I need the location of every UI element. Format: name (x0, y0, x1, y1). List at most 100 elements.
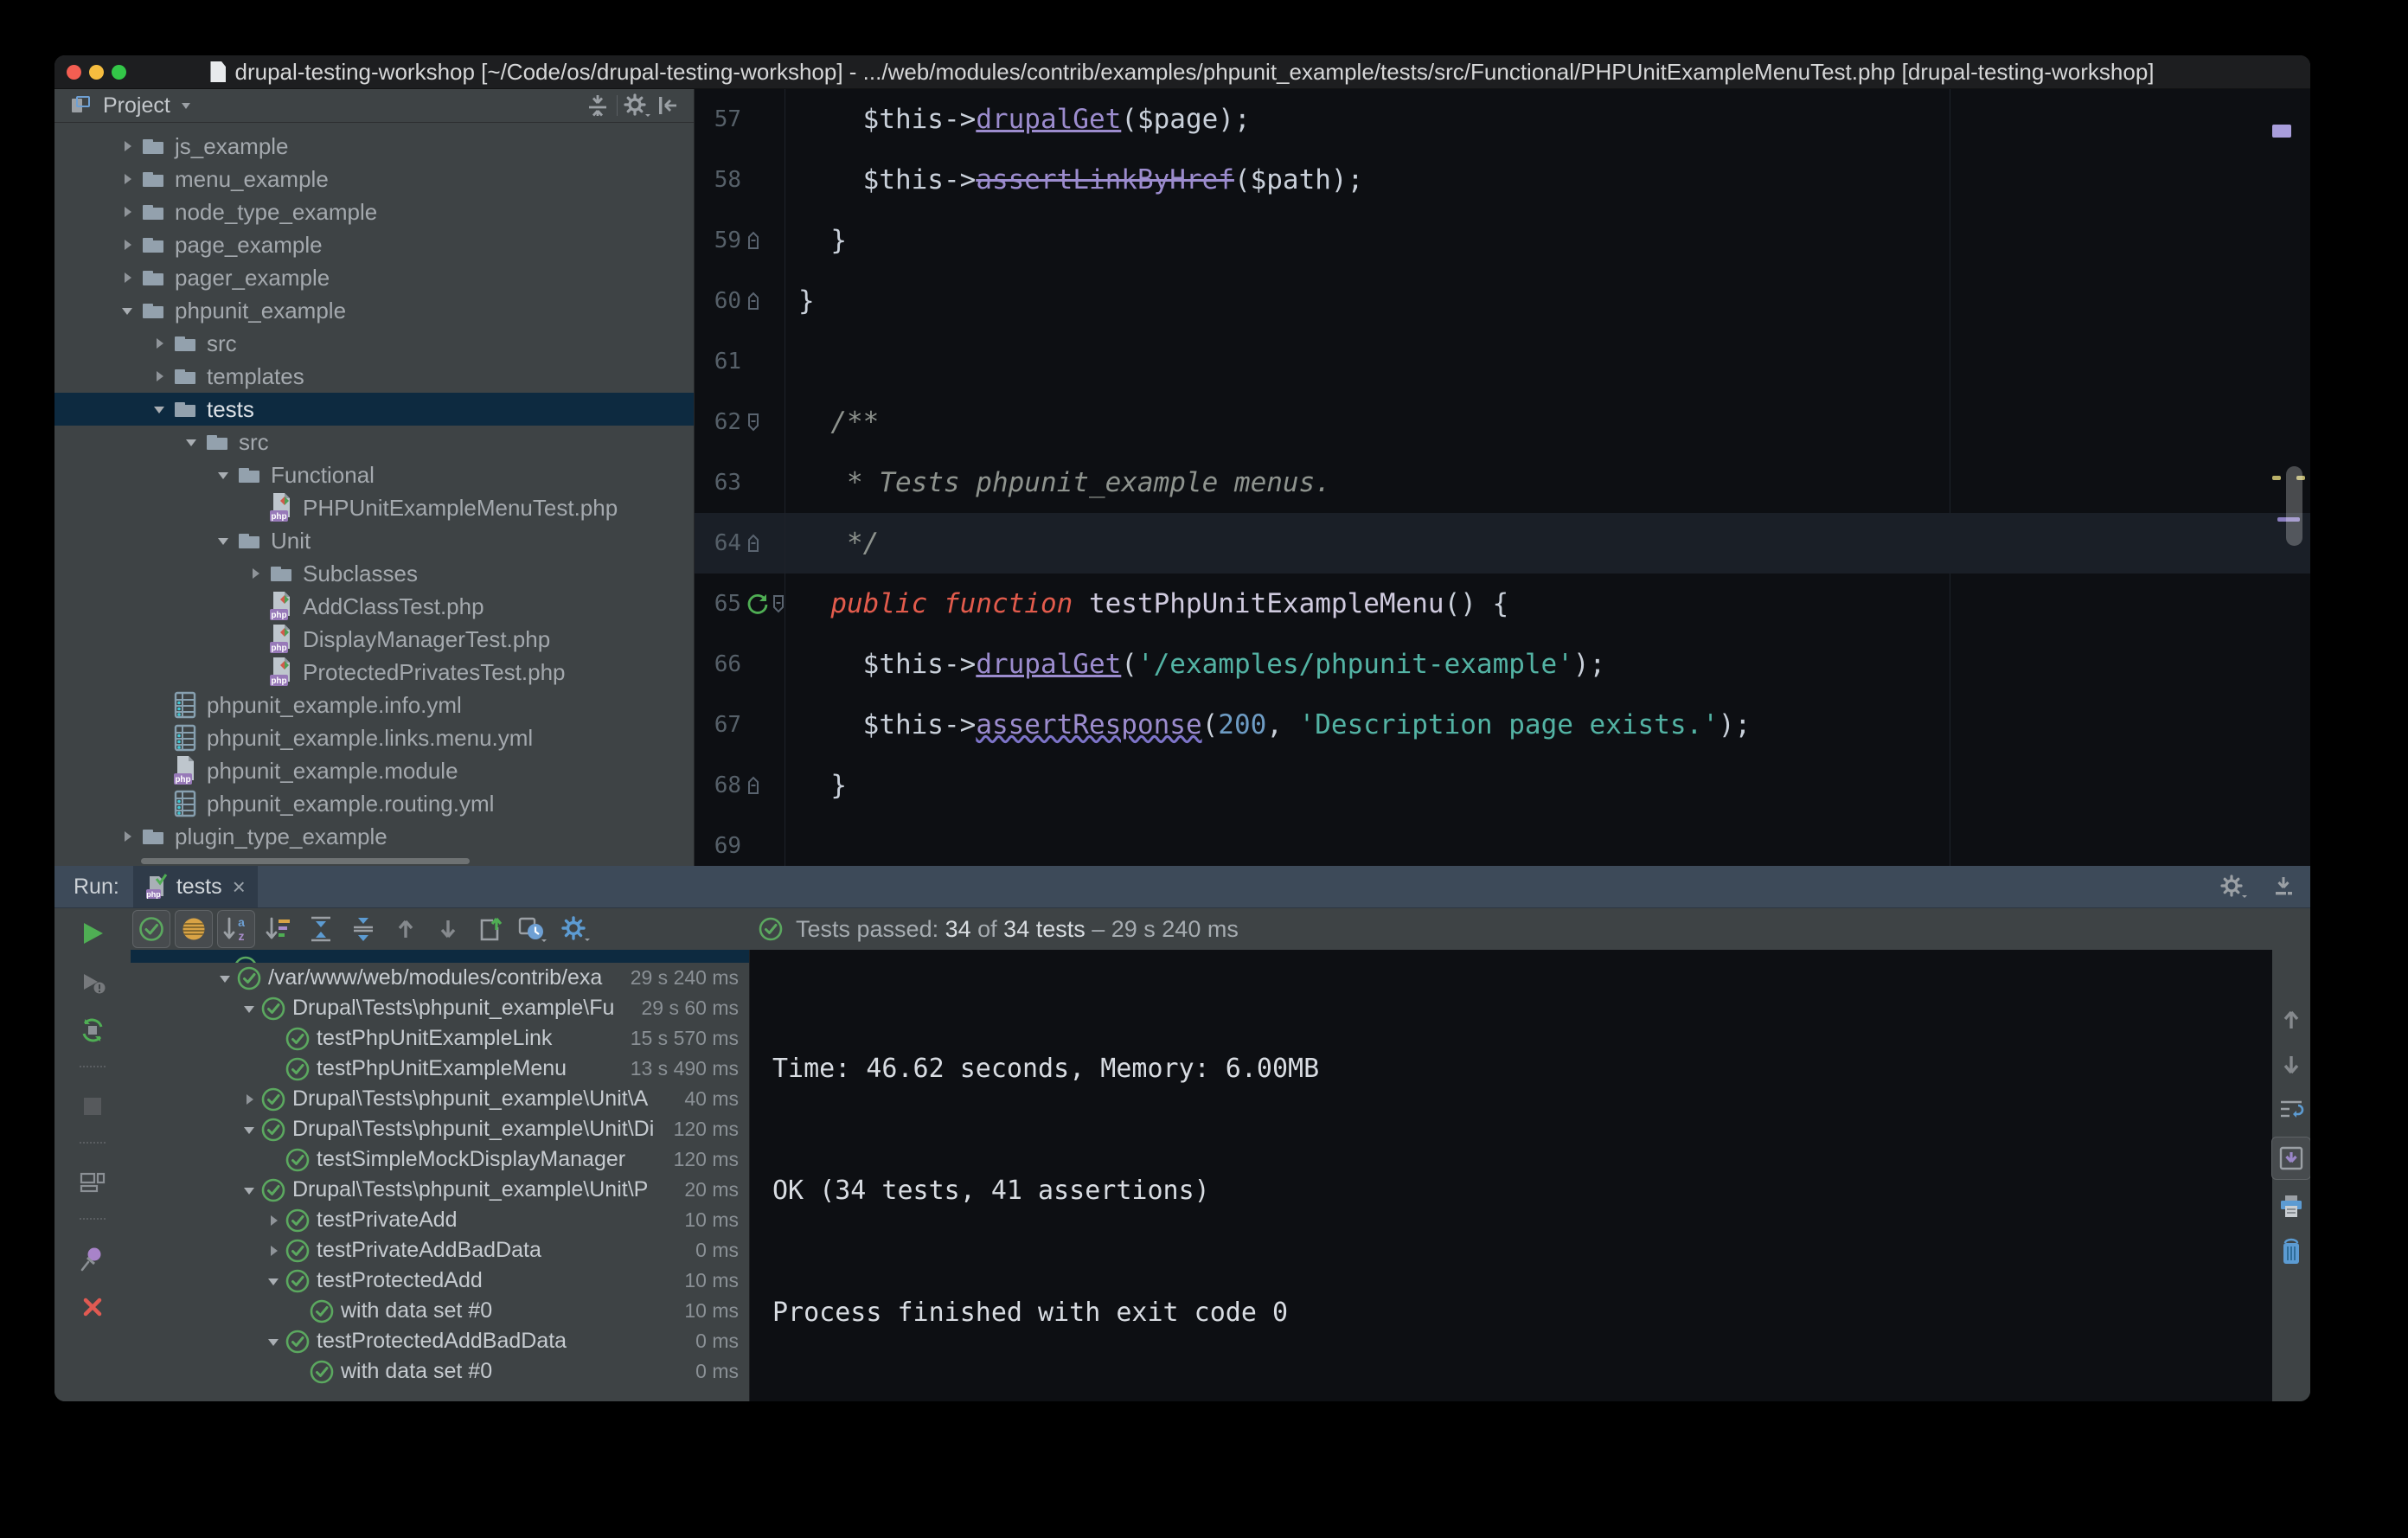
code-text[interactable]: $this-> assertResponse(200, 'Description … (785, 695, 2310, 755)
chevron-expanded-icon[interactable] (262, 1333, 285, 1350)
chevron-expanded-icon[interactable] (238, 1182, 260, 1199)
warning-stripe-mark[interactable] (2272, 476, 2281, 480)
project-tree-item[interactable]: node_type_example (54, 195, 694, 228)
locate-icon[interactable] (582, 92, 613, 119)
auto-rerun-button[interactable] (73, 1010, 112, 1050)
arrow-up-button[interactable] (387, 910, 425, 948)
code-text[interactable]: } (785, 210, 2310, 271)
code-text[interactable]: $this-> assertLinkByHref ($path); (785, 150, 2310, 210)
sort-duration-button[interactable] (259, 910, 298, 948)
chevron-collapsed-icon[interactable] (116, 170, 138, 188)
project-tree-item[interactable]: templates (54, 360, 694, 393)
code-text[interactable] (785, 816, 2310, 866)
chevron-collapsed-icon[interactable] (116, 828, 138, 845)
project-tree-item[interactable]: php AddClassTest.php (54, 590, 694, 623)
test-result-row[interactable]: with data set #0 10 ms (131, 1296, 749, 1326)
close-window-button[interactable] (67, 64, 81, 80)
filter-ignored-button[interactable] (175, 910, 213, 948)
trash-button[interactable] (2273, 1234, 2309, 1270)
code-text[interactable]: } (785, 271, 2310, 331)
project-tree-item[interactable]: phpunit_example.links.menu.yml (54, 721, 694, 754)
project-tree-item[interactable]: Functional (54, 458, 694, 491)
arrow-up-button[interactable] (2273, 1002, 2309, 1038)
test-console-output[interactable]: Time: 46.62 seconds, Memory: 6.00MB OK (… (749, 950, 2272, 1401)
test-result-row[interactable]: testProtectedAdd 10 ms (131, 1266, 749, 1296)
fold-end-icon[interactable] (746, 291, 760, 311)
code-text[interactable]: */ (785, 513, 2310, 574)
history-clock-button[interactable] (514, 910, 552, 948)
expand-all-button[interactable] (302, 910, 340, 948)
project-tree-item[interactable]: Unit (54, 524, 694, 557)
project-tree-item[interactable]: php phpunit_example.module (54, 754, 694, 787)
code-text[interactable]: public function testPhpUnitExampleMenu()… (785, 574, 2310, 634)
project-tree-item[interactable]: phpunit_example.routing.yml (54, 787, 694, 820)
test-result-row[interactable]: testSimpleMockDisplayManager 120 ms (131, 1144, 749, 1175)
printer-button[interactable] (2273, 1189, 2309, 1225)
fold-start-icon[interactable] (746, 412, 760, 433)
chevron-expanded-icon[interactable] (180, 433, 202, 451)
arrow-down-button[interactable] (429, 910, 467, 948)
chevron-collapsed-icon[interactable] (148, 368, 170, 385)
layout-button[interactable] (73, 1163, 112, 1202)
code-text[interactable]: $this-> drupalGet ($page); (785, 89, 2310, 150)
fold-start-icon[interactable] (772, 593, 785, 614)
chevron-expanded-icon[interactable] (238, 1000, 260, 1017)
code-text[interactable]: /** (785, 392, 2310, 452)
project-tree-item[interactable]: pager_example (54, 261, 694, 294)
test-result-row[interactable]: Drupal\Tests\phpunit_example\Unit\P 20 m… (131, 1175, 749, 1205)
chevron-expanded-icon[interactable] (148, 401, 170, 418)
chevron-collapsed-icon[interactable] (238, 1091, 260, 1108)
run-test-icon[interactable] (746, 593, 769, 615)
chevron-expanded-icon[interactable] (212, 466, 234, 484)
test-result-row[interactable]: with data set #0 0 ms (131, 1356, 749, 1387)
chevron-collapsed-icon[interactable] (116, 269, 138, 286)
project-tree-item[interactable]: page_example (54, 228, 694, 261)
chevron-collapsed-icon[interactable] (262, 1242, 285, 1259)
fold-end-icon[interactable] (746, 533, 760, 554)
project-tree-item[interactable]: php DisplayManagerTest.php (54, 623, 694, 656)
close-x-button[interactable] (73, 1287, 112, 1327)
editor-scrollbar[interactable] (2286, 466, 2302, 546)
play-button[interactable] (73, 913, 112, 953)
arrow-down-button[interactable] (2273, 1047, 2309, 1083)
fold-end-icon[interactable] (746, 230, 760, 251)
chevron-expanded-icon[interactable] (116, 302, 138, 319)
filter-pass-button[interactable] (132, 910, 170, 948)
hide-down-icon[interactable] (2270, 874, 2296, 900)
chevron-collapsed-icon[interactable] (262, 1212, 285, 1229)
chevron-collapsed-icon[interactable] (244, 565, 266, 582)
stop-button[interactable] (73, 1086, 112, 1126)
code-text[interactable] (785, 331, 2310, 392)
test-result-row[interactable]: testPrivateAdd 10 ms (131, 1205, 749, 1235)
hide-left-icon[interactable] (652, 92, 683, 119)
test-result-row[interactable]: testPhpUnitExampleLink 15 s 570 ms (131, 1023, 749, 1054)
pin-button[interactable] (73, 1239, 112, 1278)
sort-az-button[interactable]: az (217, 910, 255, 948)
chevron-expanded-icon[interactable] (262, 1272, 285, 1290)
chevron-collapsed-icon[interactable] (116, 236, 138, 253)
scroll-end-button[interactable] (2271, 1137, 2310, 1180)
project-tree-item[interactable]: menu_example (54, 163, 694, 195)
test-result-row[interactable]: /var/www/web/modules/contrib/exa 29 s 24… (131, 963, 749, 993)
project-tree-item[interactable]: js_example (54, 130, 694, 163)
chevron-collapsed-icon[interactable] (116, 138, 138, 155)
project-tree-item[interactable]: src (54, 327, 694, 360)
chevron-expanded-icon[interactable] (214, 970, 236, 987)
project-tree-item[interactable]: phpunit_example.info.yml (54, 689, 694, 721)
project-tree-item[interactable]: plugin_type_example (54, 820, 694, 853)
test-result-row[interactable]: testProtectedAddBadData 0 ms (131, 1326, 749, 1356)
project-tree-item[interactable]: tests (54, 393, 694, 426)
code-editor[interactable]: 57 $this-> drupalGet ($page); 58 $this-> as… (695, 89, 2310, 866)
chevron-expanded-icon[interactable] (212, 532, 234, 549)
project-tree-item[interactable]: src (54, 426, 694, 458)
project-tree-item[interactable]: phpunit_example (54, 294, 694, 327)
test-result-row[interactable]: testPrivateAddBadData 0 ms (131, 1235, 749, 1266)
inspection-indicator[interactable] (2272, 125, 2291, 138)
code-text[interactable]: $this-> drupalGet('/examples/phpunit-exam… (785, 634, 2310, 695)
close-tab-icon[interactable]: × (233, 874, 246, 900)
project-tree-item[interactable]: php PHPUnitExampleMenuTest.php (54, 491, 694, 524)
chevron-expanded-icon[interactable] (238, 1121, 260, 1138)
code-text[interactable]: * Tests phpunit_example menus. (785, 452, 2310, 513)
softwrap-button[interactable] (2273, 1092, 2309, 1128)
gear-gray-icon[interactable] (621, 92, 652, 119)
